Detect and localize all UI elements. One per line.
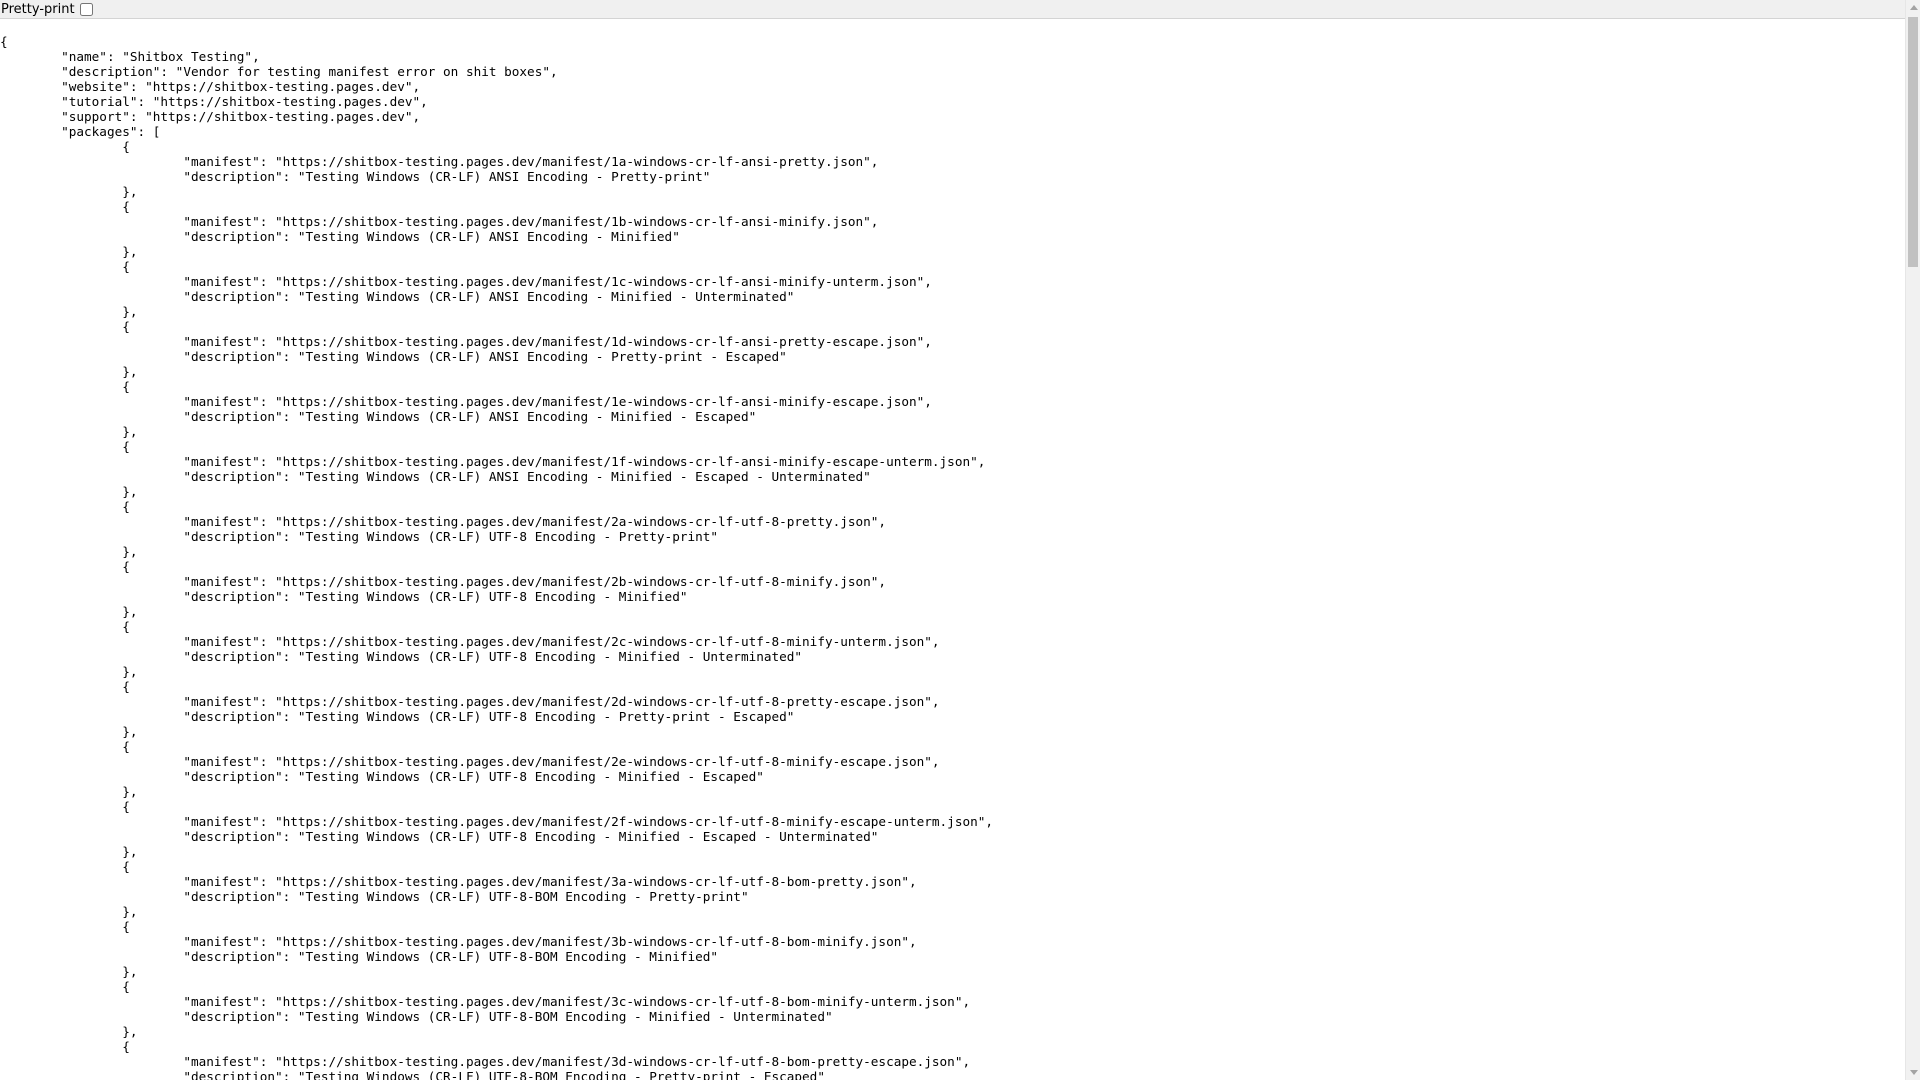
pretty-print-label: Pretty-print: [1, 1, 75, 17]
pretty-print-checkbox[interactable]: [79, 2, 93, 16]
scrollbar-thumb[interactable]: [1908, 17, 1918, 267]
json-content: { "name": "Shitbox Testing", "descriptio…: [0, 34, 994, 1080]
json-viewer: Pretty-print { "name": "Shitbox Testing"…: [0, 0, 1920, 1080]
vertical-scrollbar[interactable]: [1905, 0, 1920, 1080]
json-viewer-toolbar: Pretty-print: [0, 0, 1905, 19]
scroll-up-arrow-icon[interactable]: [1906, 0, 1920, 15]
pretty-print-control[interactable]: Pretty-print: [1, 0, 93, 19]
scroll-down-arrow-icon[interactable]: [1906, 1065, 1920, 1080]
